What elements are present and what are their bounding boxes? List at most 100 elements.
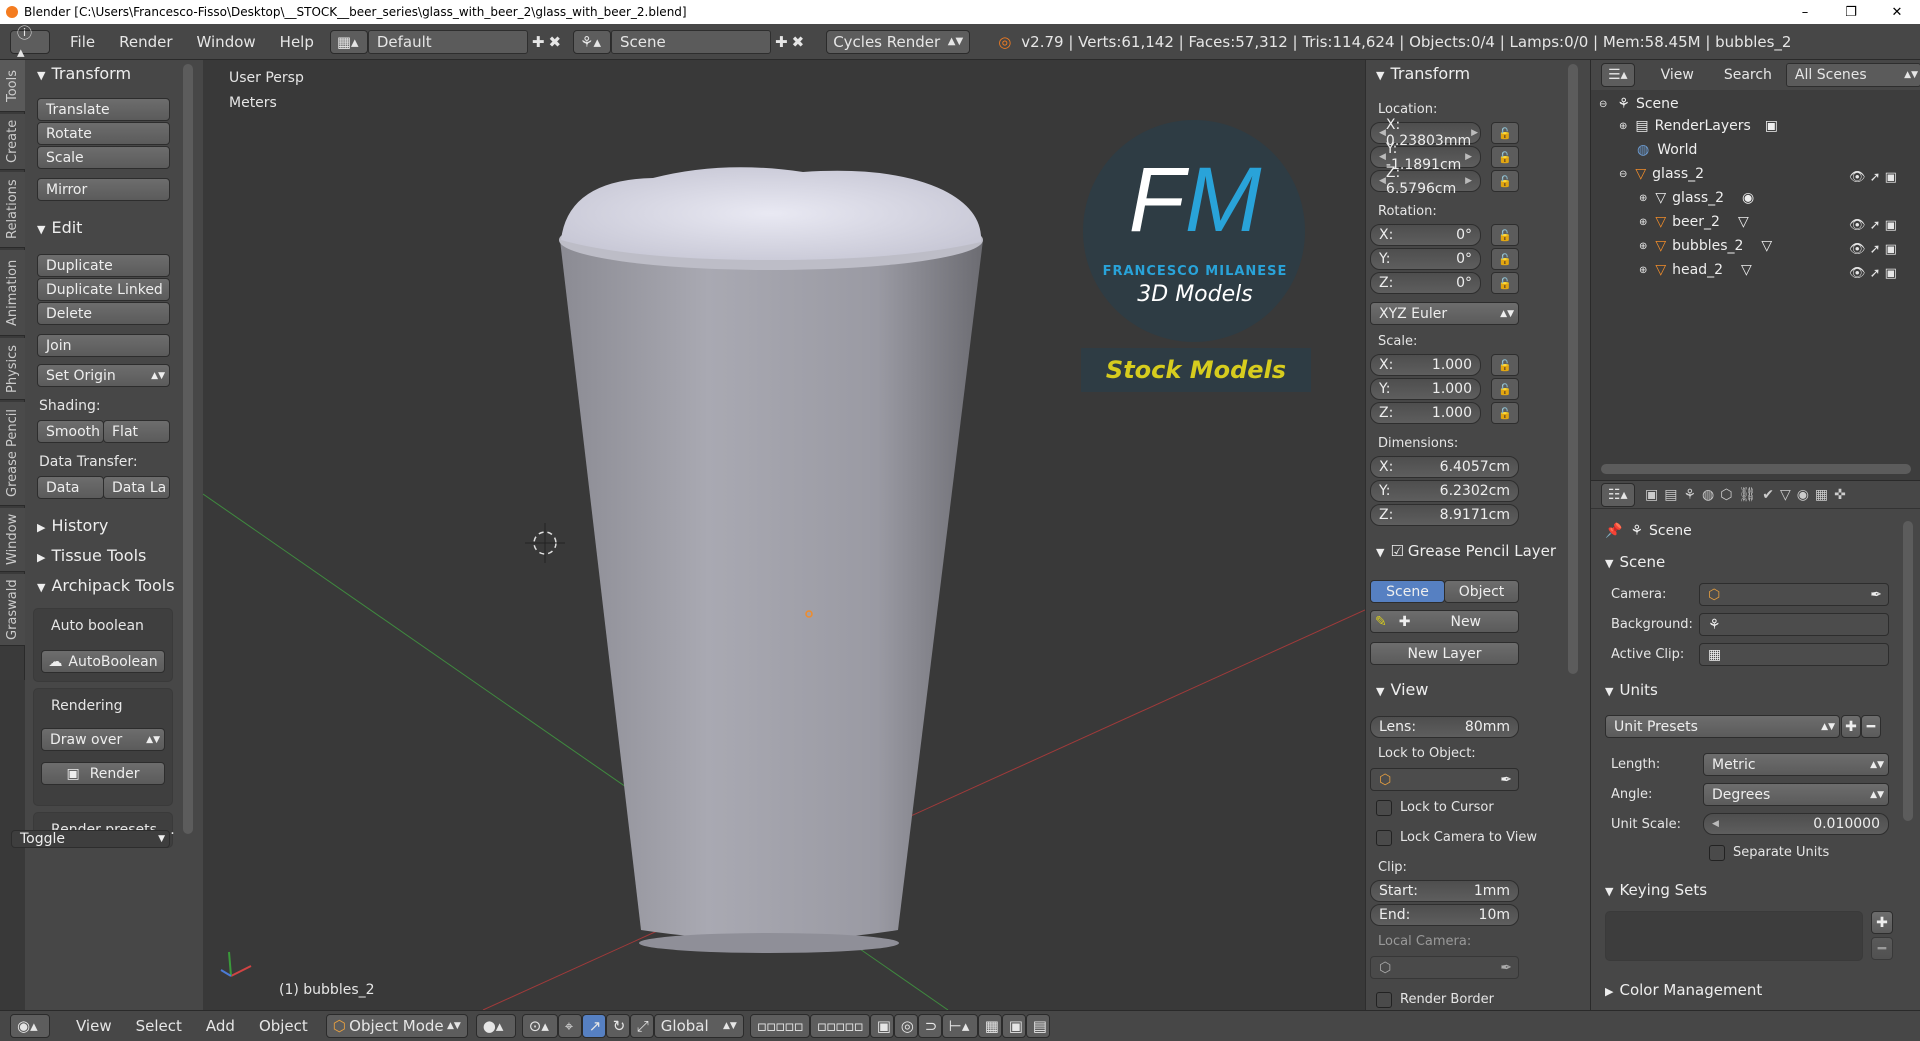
viewport-add-menu[interactable]: Add — [194, 1017, 247, 1035]
remove-preset-icon[interactable]: ━ — [1861, 715, 1881, 738]
outliner-item-world[interactable]: ◍ World — [1637, 142, 1697, 158]
menu-file[interactable]: File — [58, 33, 107, 51]
properties-editor-icon[interactable]: ☷▴ — [1601, 482, 1635, 507]
scene-field[interactable]: Scene — [611, 29, 772, 54]
maximize-button[interactable]: ❐ — [1828, 0, 1874, 24]
gp-object-toggle[interactable]: Object — [1444, 580, 1519, 603]
properties-scrollbar[interactable] — [1903, 521, 1913, 821]
rotation-x-field[interactable]: X: 0° — [1370, 224, 1481, 246]
proportional-edit-icon[interactable]: ◎ — [893, 1014, 918, 1038]
scale-y-field[interactable]: Y: 1.000 — [1370, 378, 1481, 400]
outliner-filter-dropdown[interactable]: All Scenes ▲▼ — [1785, 63, 1920, 87]
remove-scene-icon[interactable]: ✖ — [792, 33, 805, 51]
rotation-z-field[interactable]: Z: 0° — [1370, 272, 1481, 294]
unit-scale-field[interactable]: ◀ 0.010000 — [1703, 813, 1889, 835]
gp-new-layer-button[interactable]: New Layer — [1370, 642, 1519, 665]
layer-buttons-1[interactable]: ▫▫▫▫▫ — [749, 1014, 810, 1038]
keying-sets-header[interactable]: ▼ Keying Sets — [1605, 881, 1707, 899]
length-dropdown[interactable]: Metric ▲▼ — [1703, 753, 1889, 776]
3d-cursor-icon[interactable] — [525, 523, 565, 563]
translate-manipulator-icon[interactable]: ↗ — [581, 1014, 606, 1038]
opengl-render-icon[interactable]: ▣ — [1001, 1014, 1026, 1038]
smooth-button[interactable]: Smooth — [37, 420, 104, 443]
outliner-item-glass2-parent[interactable]: ⊖ ▽ glass_2 — [1619, 166, 1704, 182]
grease-pencil-header[interactable]: ▼ ☑ Grease Pencil Layer — [1376, 542, 1556, 560]
rotate-manipulator-icon[interactable]: ↻ — [605, 1014, 630, 1038]
outliner-item-glass2[interactable]: ⊕ ▽ glass_2 ◉ — [1639, 190, 1754, 206]
duplicate-button[interactable]: Duplicate — [37, 254, 170, 277]
gp-new-button[interactable]: ✎ ✚ New — [1370, 610, 1519, 633]
close-button[interactable]: ✕ — [1874, 0, 1920, 24]
object-mode-dropdown[interactable]: ⬡ Object Mode ▲▼ — [325, 1014, 468, 1038]
tab-physics[interactable]: Physics — [0, 338, 25, 400]
tab-window[interactable]: Window — [0, 508, 25, 572]
unit-presets-dropdown[interactable]: Unit Presets ▲▼ — [1605, 715, 1840, 738]
scene-panel-header[interactable]: ▼ Scene — [1605, 553, 1665, 571]
3d-viewport[interactable]: User Persp Meters (1) bubbles_2 FM FRANC… — [203, 60, 1365, 1010]
lock-rotation-x-icon[interactable]: 🔓 — [1491, 224, 1519, 246]
viewport-object-menu[interactable]: Object — [247, 1017, 320, 1035]
viewport-view-menu[interactable]: View — [64, 1017, 124, 1035]
add-preset-icon[interactable]: ✚ — [1841, 715, 1861, 738]
rotate-button[interactable]: Rotate — [37, 122, 170, 145]
transform-panel-header[interactable]: ▼ Transform — [37, 64, 131, 83]
snap-icon[interactable]: ⊃ — [917, 1014, 942, 1038]
duplicate-linked-button[interactable]: Duplicate Linked — [37, 278, 170, 301]
autoboolean-button[interactable]: ☁ AutoBoolean — [41, 650, 165, 673]
history-panel-header[interactable]: ▶ History — [37, 516, 108, 535]
manipulator-toggle-icon[interactable]: ⌖ — [557, 1014, 582, 1038]
lock-location-z-icon[interactable]: 🔓 — [1491, 170, 1519, 192]
properties-context-tabs[interactable]: ▣▤⚘◍⬡⛓✔▽◉▦✜ — [1645, 487, 1852, 503]
lock-scale-y-icon[interactable]: 🔓 — [1491, 378, 1519, 400]
delete-button[interactable]: Delete — [37, 302, 170, 325]
outliner-search-menu[interactable]: Search — [1724, 67, 1772, 83]
viewport-editor-icon[interactable]: ◉▴ — [10, 1014, 50, 1038]
set-origin-dropdown[interactable]: Set Origin ▲▼ — [37, 364, 170, 387]
tab-grease-pencil[interactable]: Grease Pencil — [0, 402, 25, 506]
color-management-header[interactable]: ▶ Color Management — [1605, 981, 1762, 999]
flat-button[interactable]: Flat — [103, 420, 170, 443]
lock-scale-x-icon[interactable]: 🔓 — [1491, 354, 1519, 376]
screen-layout-field[interactable]: Default — [367, 29, 528, 54]
add-layout-icon[interactable]: ✚ — [532, 33, 545, 51]
keying-sets-list[interactable] — [1605, 911, 1863, 961]
active-clip-field[interactable]: ▦ — [1699, 643, 1889, 666]
tab-animation[interactable]: Animation — [0, 250, 25, 336]
add-scene-icon[interactable]: ✚ — [775, 33, 788, 51]
lock-layers-icon[interactable]: ▣ — [869, 1014, 894, 1038]
snap-element-icon[interactable]: ⊢▴ — [941, 1014, 978, 1038]
grease-pencil-checkbox[interactable]: ☑ — [1390, 542, 1403, 560]
join-button[interactable]: Join — [37, 334, 170, 357]
view-panel-header[interactable]: ▼ View — [1376, 680, 1428, 699]
data-layers-button[interactable]: Data La — [103, 476, 170, 499]
n-transform-header[interactable]: ▼ Transform — [1376, 64, 1470, 83]
tab-create[interactable]: Create — [0, 114, 25, 170]
outliner-item-beer2[interactable]: ⊕ ▽ beer_2 ▽ — [1639, 214, 1749, 230]
angle-dropdown[interactable]: Degrees ▲▼ — [1703, 783, 1889, 806]
dimension-z-field[interactable]: Z: 8.9171cm — [1370, 504, 1519, 526]
remove-keying-set-icon[interactable]: ━ — [1871, 937, 1893, 960]
lock-camera-checkbox[interactable] — [1376, 830, 1392, 846]
pivot-point-icon[interactable]: ⊙▴ — [521, 1014, 558, 1038]
clip-start-field[interactable]: Start: 1mm — [1370, 880, 1519, 902]
lock-location-x-icon[interactable]: 🔓 — [1491, 122, 1519, 144]
editor-type-info-icon[interactable]: ⓘ ▴ — [10, 24, 50, 61]
outliner-editor-icon[interactable]: ☰▴ — [1601, 63, 1635, 87]
lock-rotation-z-icon[interactable]: 🔓 — [1491, 272, 1519, 294]
data-button[interactable]: Data — [37, 476, 104, 499]
outliner-scrollbar[interactable] — [1601, 464, 1911, 474]
menu-render[interactable]: Render — [107, 33, 184, 51]
outliner-item-bubbles2[interactable]: ⊕ ▽ bubbles_2 ▽ — [1639, 238, 1772, 254]
camera-eyedropper-icon[interactable]: ✒ — [1870, 587, 1882, 603]
tab-relations[interactable]: Relations — [0, 172, 25, 248]
local-camera-eyedropper-icon[interactable]: ✒ — [1500, 960, 1512, 976]
tool-shelf-scrollbar[interactable] — [183, 64, 193, 834]
render-border-checkbox[interactable] — [1376, 992, 1392, 1008]
render-preview-icon[interactable]: ▦ — [977, 1014, 1002, 1038]
archipack-tools-header[interactable]: ▼ Archipack Tools — [37, 576, 175, 595]
rotation-mode-dropdown[interactable]: XYZ Euler ▲▼ — [1370, 302, 1519, 325]
translate-button[interactable]: Translate — [37, 98, 170, 121]
location-z-field[interactable]: ◀ Z: 6.5796cm ▶ — [1370, 165, 1481, 197]
tissue-tools-header[interactable]: ▶ Tissue Tools — [37, 546, 146, 565]
dimension-x-field[interactable]: X: 6.4057cm — [1370, 456, 1519, 478]
